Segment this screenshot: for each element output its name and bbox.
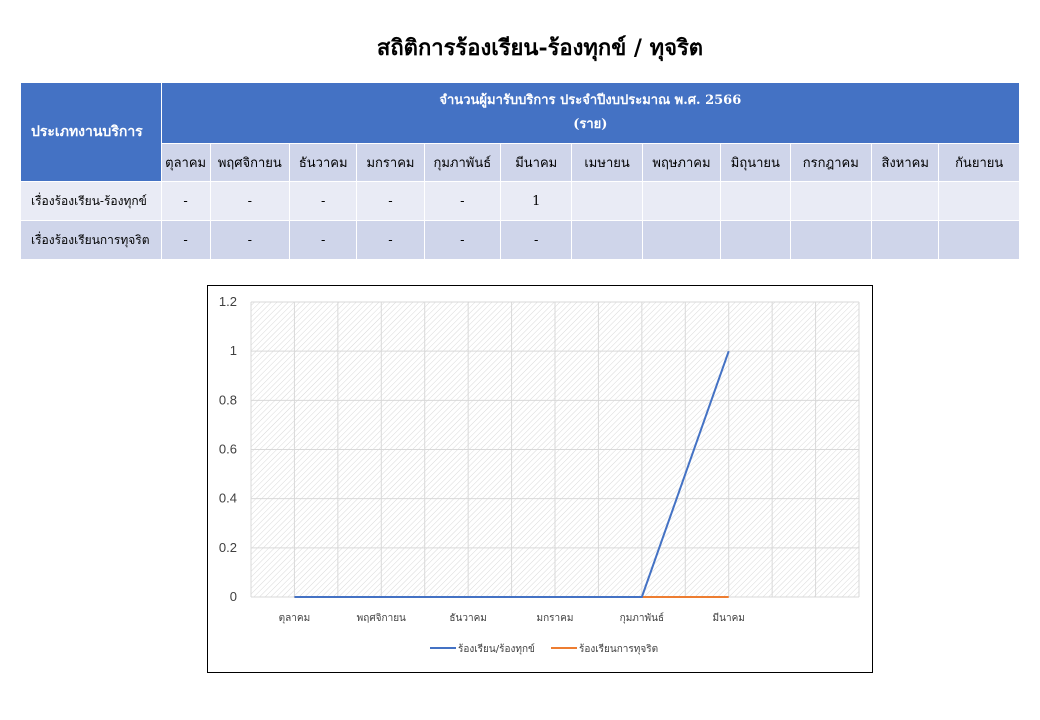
table-cell [871,181,940,221]
table-cell [871,220,940,260]
table-cell [938,220,1020,260]
table-cell [720,220,791,260]
table-main-header-line1: จำนวนผู้มารับบริการ ประจำปีงบประมาณ พ.ศ.… [439,93,742,108]
y-tick-label: 0.8 [219,392,237,407]
month-header: ธันวาคม [289,143,358,182]
x-tick-label: พฤศจิกายน [357,613,406,624]
table-cell [641,220,722,260]
table-cell: - [160,220,211,260]
month-header: มิถุนายน [720,143,791,182]
table-cell: - [423,220,502,260]
month-header: เมษายน [571,143,643,182]
month-header: สิงหาคม [871,143,940,182]
month-header: กันยายน [938,143,1020,182]
month-header: มกราคม [356,143,425,182]
x-tick-label: ธันวาคม [449,613,486,624]
table-cell: - [289,181,358,221]
table-cell: - [209,220,291,260]
month-header: กุมภาพันธ์ [423,143,502,182]
table-row: เรื่องร้องเรียน-ร้องทุกข์ - - - - - 1 [20,181,1020,221]
x-tick-label: มกราคม [537,613,574,624]
month-header: มีนาคม [500,143,573,182]
line-chart: 0 0.2 0.4 0.6 0.8 1 1.2 ตุลาคม พฤศจิกายน ธันวาคม ม… [207,285,873,673]
table-row: เรื่องร้องเรียนการทุจริต - - - - - - [20,220,1020,260]
y-tick-label: 0.4 [219,491,237,506]
table-cell: 1 [500,181,573,221]
row-label: เรื่องร้องเรียน-ร้องทุกข์ [20,181,162,221]
table-cell [720,181,791,221]
table-cell: - [209,181,291,221]
table-cell: - [500,220,573,260]
page-title: สถิติการร้องเรียน-ร้องทุกข์ / ทุจริต [376,35,704,61]
table-cell [789,220,873,260]
table-main-header: จำนวนผู้มารับบริการ ประจำปีงบประมาณ พ.ศ.… [160,82,1021,144]
y-tick-label: 0 [230,589,237,604]
table-cell: - [356,220,425,260]
y-tick-label: 1 [230,343,237,358]
line-chart-svg: 0 0.2 0.4 0.6 0.8 1 1.2 ตุลาคม พฤศจิกายน ธันวาคม ม… [219,294,860,655]
statistics-table: ประเภทงานบริการ จำนวนผู้มารับบริการ ประจ… [20,82,1021,260]
y-tick-label: 0.6 [219,442,237,457]
table-cell [938,181,1020,221]
x-tick-label: ตุลาคม [279,613,311,624]
y-tick-label: 1.2 [219,294,237,309]
legend-label: ร้องเรียน/ร้องทุกข์ [458,643,535,655]
month-header: กรกฎาคม [789,143,873,182]
table-cell [571,181,643,221]
table-cell [571,220,643,260]
row-label: เรื่องร้องเรียนการทุจริต [20,220,162,260]
table-cell [641,181,722,221]
table-cell [789,181,873,221]
table-cell: - [289,220,358,260]
table-cell: - [423,181,502,221]
y-tick-label: 0.2 [219,540,237,555]
x-tick-label: มีนาคม [713,612,745,624]
table-cell: - [160,181,211,221]
table-main-header-line2: (ราย) [573,117,608,132]
month-header: พฤษภาคม [641,143,722,182]
x-tick-label: กุมภาพันธ์ [620,612,664,624]
month-header: ตุลาคม [160,143,211,182]
legend-label: ร้องเรียนการทุจริต [579,643,658,655]
service-type-header: ประเภทงานบริการ [20,82,162,182]
table-cell: - [356,181,425,221]
month-header: พฤศจิกายน [209,143,291,182]
